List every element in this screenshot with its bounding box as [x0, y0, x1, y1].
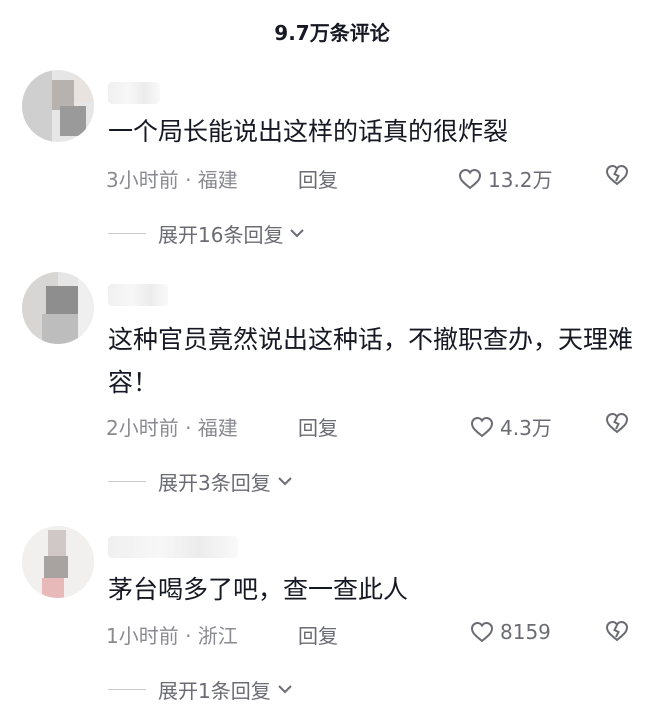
heart-outline-icon [458, 168, 482, 189]
username-blurred[interactable] [108, 284, 168, 306]
comment-time-location: 2小时前 · 福建 [106, 416, 238, 440]
like-count: 4.3万 [500, 416, 552, 440]
dislike-button[interactable] [604, 412, 630, 439]
reply-button[interactable]: 回复 [298, 620, 338, 649]
like-button[interactable]: 4.3万 [470, 412, 552, 441]
expand-replies-button[interactable]: 展开3条回复 [108, 466, 293, 496]
comment-text: 这种官员竟然说出这种话，不撤职查办，天理难容！ [108, 325, 634, 397]
reply-button[interactable]: 回复 [298, 164, 338, 193]
username-blurred[interactable] [108, 536, 238, 558]
avatar[interactable] [22, 272, 94, 344]
comment-text: 一个局长能说出这样的话真的很炸裂 [108, 117, 509, 146]
like-count: 13.2万 [488, 168, 553, 192]
comments-count-title: 9.7万条评论 [274, 20, 390, 45]
divider-line [108, 688, 146, 690]
divider-line [108, 480, 146, 482]
like-count: 8159 [500, 620, 551, 644]
dislike-button[interactable] [604, 620, 630, 647]
expand-replies-label: 展开16条回复 [158, 222, 284, 247]
reply-button[interactable]: 回复 [298, 412, 338, 441]
broken-heart-icon [605, 620, 629, 642]
comment-text: 茅台喝多了吧，查一查此人 [108, 575, 409, 604]
like-button[interactable]: 13.2万 [458, 164, 553, 193]
chevron-down-icon [278, 477, 292, 486]
comment-time-location: 1小时前 · 浙江 [106, 624, 238, 648]
like-button[interactable]: 8159 [470, 620, 551, 644]
expand-replies-label: 展开1条回复 [158, 678, 271, 703]
broken-heart-icon [605, 412, 629, 434]
chevron-down-icon [278, 685, 292, 694]
avatar[interactable] [22, 526, 94, 598]
heart-outline-icon [470, 416, 494, 437]
chevron-down-icon [290, 229, 305, 238]
divider-line [108, 232, 146, 234]
expand-replies-button[interactable]: 展开16条回复 [108, 218, 305, 248]
username-blurred[interactable] [108, 82, 160, 104]
broken-heart-icon [605, 164, 629, 186]
avatar[interactable] [22, 70, 94, 142]
expand-replies-label: 展开3条回复 [158, 470, 271, 495]
heart-outline-icon [470, 621, 494, 643]
expand-replies-button[interactable]: 展开1条回复 [108, 674, 293, 704]
dislike-button[interactable] [604, 164, 630, 191]
comment-time-location: 3小时前 · 福建 [106, 168, 238, 192]
